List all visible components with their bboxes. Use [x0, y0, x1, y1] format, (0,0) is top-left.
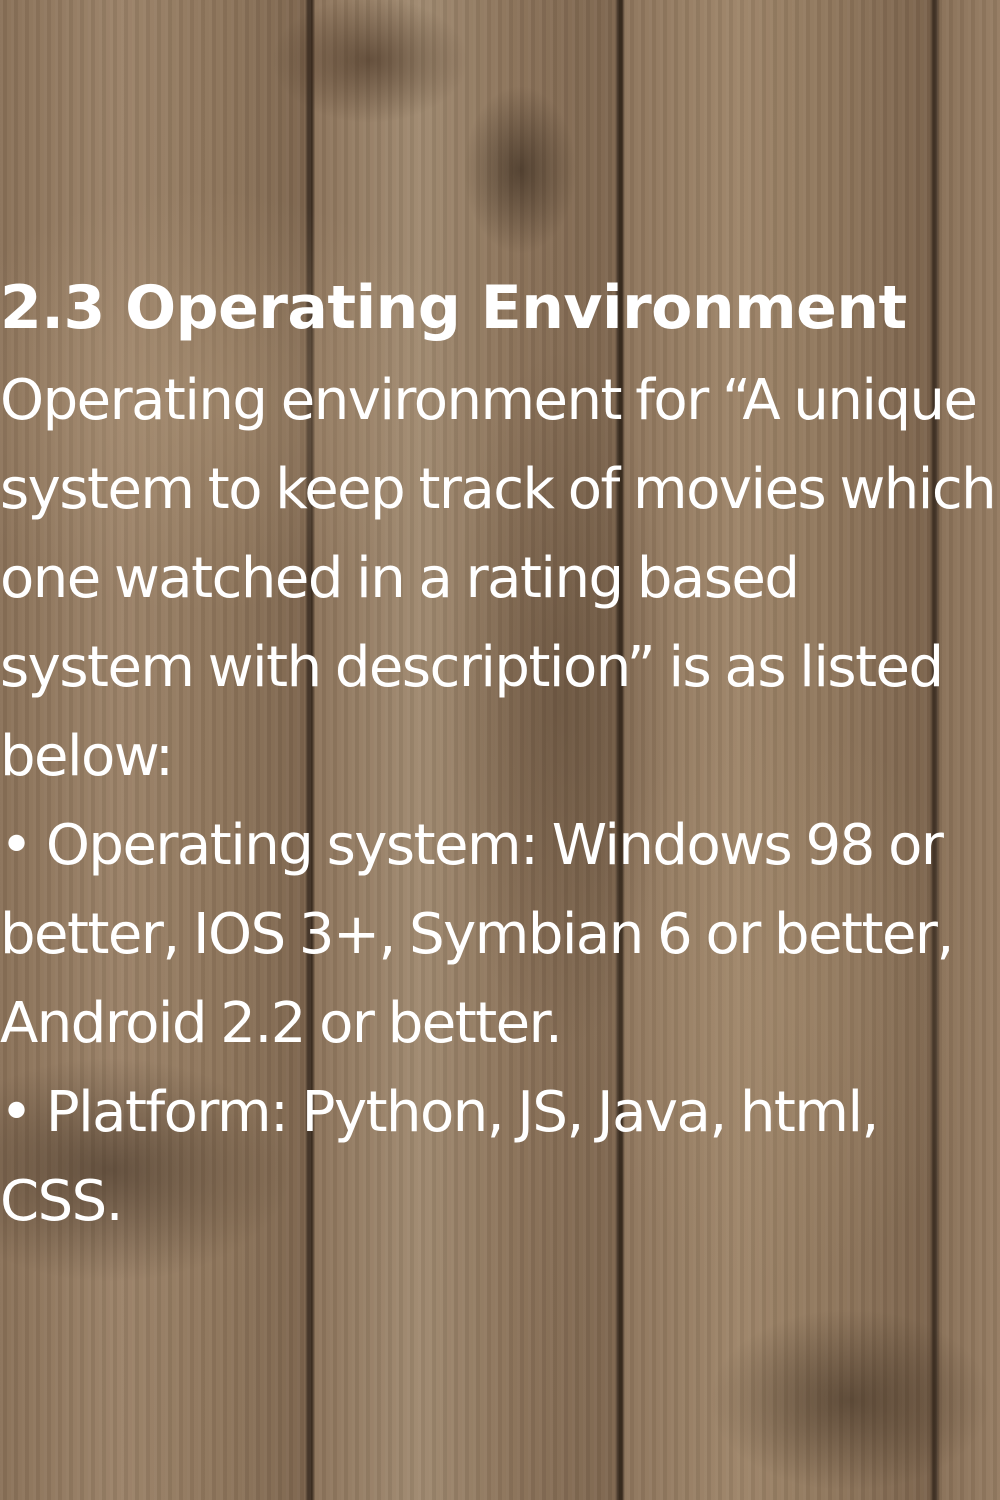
bullet-platform: • Platform: Python, JS, Java, html, CSS.	[0, 1080, 879, 1234]
bullet-operating-system: • Operating system: Windows 98 or better…	[0, 813, 954, 1056]
section-body: Operating environment for “A unique syst…	[0, 356, 1000, 1246]
intro-paragraph: Operating environment for “A unique syst…	[0, 368, 997, 789]
section-content: 2.3 Operating Environment Operating envi…	[0, 268, 1000, 1246]
section-heading: 2.3 Operating Environment	[0, 273, 907, 343]
